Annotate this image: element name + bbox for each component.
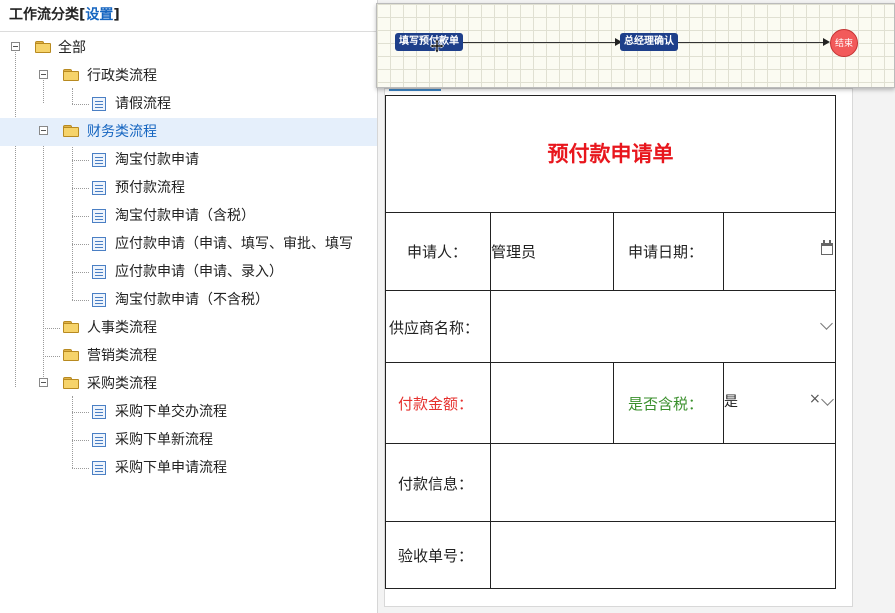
tree-node-all[interactable]: 全部 (0, 34, 377, 62)
prepayment-form: 预付款申请单 申请人： 管理员 申请日期： 供应商名称： 付款金额： 是否含税：… (385, 95, 836, 589)
tree-node-admin[interactable]: 行政类流程 (0, 62, 377, 90)
chevron-down-icon[interactable] (820, 317, 833, 330)
collapse-toggle-icon[interactable] (11, 42, 20, 51)
folder-icon (63, 69, 79, 81)
tree-node-marketing[interactable]: 营销类流程 (0, 342, 377, 370)
grid-line (613, 212, 614, 290)
grid-line (386, 521, 835, 522)
tree-node-payable-entry[interactable]: 应付款申请（申请、录入） (0, 258, 377, 286)
tree-node-taobao-payment-untaxed[interactable]: 淘宝付款申请（不含税） (0, 286, 377, 314)
chevron-down-icon[interactable] (821, 393, 834, 406)
tax-included-select[interactable]: 是 (724, 391, 738, 411)
arrow-icon (823, 38, 830, 46)
tree-node-label: 预付款流程 (115, 180, 185, 196)
supplier-label: 供应商名称： (389, 319, 480, 337)
folder-icon (63, 349, 79, 361)
tree-node-label: 采购下单交办流程 (115, 404, 227, 420)
payment-amount-field[interactable] (496, 393, 606, 413)
tree-node-taobao-payment-taxed[interactable]: 淘宝付款申请（含税） (0, 202, 377, 230)
flow-node-manager-confirm[interactable]: 总经理确认 (620, 33, 678, 51)
tree-node-label: 请假流程 (115, 96, 171, 112)
collapse-toggle-icon[interactable] (39, 126, 48, 135)
document-icon (92, 461, 106, 475)
receipt-number-label: 验收单号： (398, 547, 474, 565)
apply-date-label: 申请日期： (628, 243, 704, 261)
calendar-icon[interactable] (821, 240, 833, 255)
payment-info-label: 付款信息： (398, 475, 474, 493)
tree-node-finance[interactable]: 财务类流程 (0, 118, 377, 146)
document-icon (92, 97, 106, 111)
document-icon (92, 209, 106, 223)
active-tab-indicator (389, 89, 441, 91)
grid-line (490, 212, 491, 588)
flow-node-fill-form[interactable]: 填写预付款单 (395, 33, 463, 51)
workflow-diagram: 填写预付款单 总经理确认 结束 (376, 3, 895, 88)
grid-line (723, 212, 724, 290)
payment-info-field[interactable] (496, 473, 816, 493)
tree-node-label: 淘宝付款申请 (115, 152, 199, 168)
tree-node-label: 淘宝付款申请（含税） (115, 208, 255, 224)
tax-included-label: 是否含税： (628, 395, 704, 413)
apply-date-field[interactable] (731, 241, 811, 261)
tree-node-label: 人事类流程 (87, 320, 157, 336)
tree-node-leave[interactable]: 请假流程 (0, 90, 377, 118)
grid-line (386, 443, 835, 444)
tree-node-label: 采购类流程 (87, 376, 157, 392)
tree-node-taobao-payment[interactable]: 淘宝付款申请 (0, 146, 377, 174)
flow-connector (675, 42, 825, 43)
tree-node-label: 全部 (58, 40, 86, 56)
payment-amount-label: 付款金额： (398, 395, 474, 413)
folder-icon (63, 321, 79, 333)
folder-icon (35, 41, 51, 53)
folder-icon (63, 125, 79, 137)
tree-node-label: 采购下单新流程 (115, 432, 213, 448)
document-icon (92, 405, 106, 419)
document-icon (92, 433, 106, 447)
tree-node-payable-full[interactable]: 应付款申请（申请、填写、审批、填写 (0, 230, 377, 258)
tree-node-label: 营销类流程 (87, 348, 157, 364)
flow-connector (460, 42, 620, 43)
document-icon (92, 153, 106, 167)
tree-node-label: 采购下单申请流程 (115, 460, 227, 476)
applicant-label: 申请人： (407, 243, 468, 261)
tree-node-label: 淘宝付款申请（不含税） (115, 292, 269, 308)
grid-line (386, 290, 835, 291)
supplier-select[interactable] (496, 317, 806, 337)
document-icon (92, 293, 106, 307)
tree-node-hr[interactable]: 人事类流程 (0, 314, 377, 342)
tree-node-purchase-assign[interactable]: 采购下单交办流程 (0, 398, 377, 426)
tree-node-label: 应付款申请（申请、录入） (115, 264, 283, 280)
tree-node-label: 行政类流程 (87, 68, 157, 84)
collapse-toggle-icon[interactable] (39, 70, 48, 79)
document-icon (92, 181, 106, 195)
tree-node-purchase-new[interactable]: 采购下单新流程 (0, 426, 377, 454)
flow-node-end[interactable]: 结束 (830, 29, 858, 57)
grid-line (613, 362, 614, 443)
document-icon (92, 237, 106, 251)
panel-title: 工作流分类 (9, 7, 79, 23)
collapse-toggle-icon[interactable] (39, 378, 48, 387)
document-icon (92, 265, 106, 279)
clear-icon[interactable]: × (809, 391, 821, 407)
receipt-number-field[interactable] (496, 545, 816, 565)
folder-icon (63, 377, 79, 389)
grid-line (386, 362, 835, 363)
grid-line (386, 212, 835, 213)
tree-node-purchase-request[interactable]: 采购下单申请流程 (0, 454, 377, 482)
workflow-category-panel: 工作流分类[设置] 全部 行政类流程 请假流程 财务类流程 淘宝付款申请 预付款… (0, 0, 378, 613)
tree-node-label: 应付款申请（申请、填写、审批、填写 (115, 236, 353, 252)
tree-node-label: 财务类流程 (87, 124, 157, 140)
panel-header: 工作流分类[设置] (0, 0, 377, 32)
move-cursor-icon (429, 38, 445, 54)
settings-link[interactable]: 设置 (85, 7, 113, 23)
tree-node-purchasing[interactable]: 采购类流程 (0, 370, 377, 398)
form-title: 预付款申请单 (547, 142, 674, 166)
tree-node-prepayment[interactable]: 预付款流程 (0, 174, 377, 202)
applicant-field[interactable]: 管理员 (491, 241, 536, 262)
bracket-close: ] (113, 7, 120, 23)
